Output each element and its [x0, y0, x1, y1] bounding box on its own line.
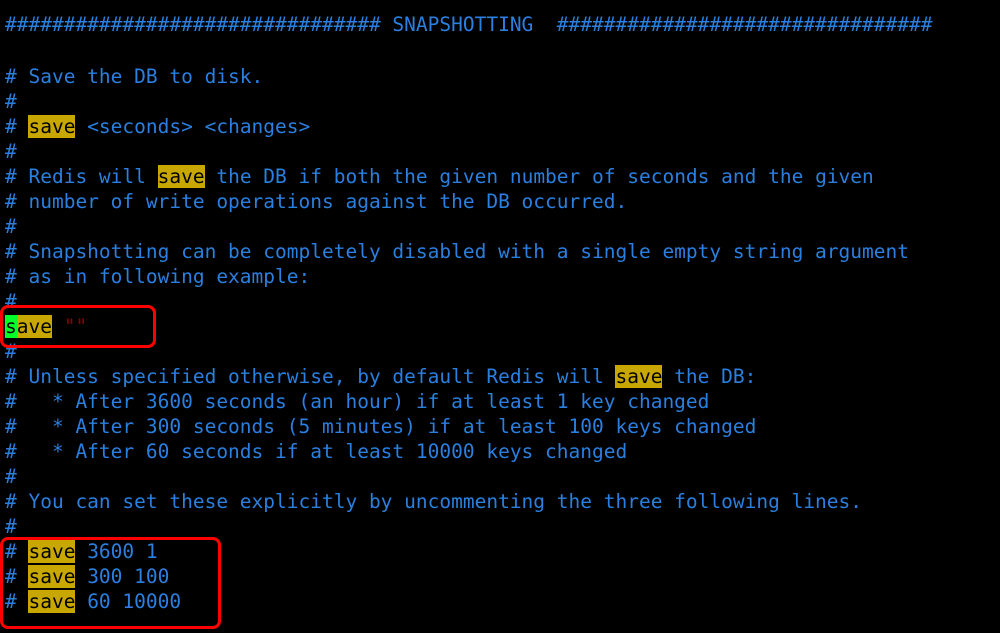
comment-text: #: [5, 215, 17, 238]
config-line-hash-2[interactable]: #: [5, 139, 17, 164]
comment-text: # Save the DB to disk.: [5, 65, 264, 88]
search-match-highlight: save: [28, 565, 76, 588]
search-match-highlight: save: [28, 115, 76, 138]
comment-text: <seconds> <changes>: [75, 115, 311, 138]
config-line-save-3600-1[interactable]: # save 3600 1: [5, 539, 158, 564]
config-line-snapshotting-disabled[interactable]: # Snapshotting can be completely disable…: [5, 239, 909, 264]
config-line-hash-5[interactable]: #: [5, 339, 17, 364]
comment-text: # Redis will: [5, 165, 158, 188]
config-line-save-300-100[interactable]: # save 300 100: [5, 564, 169, 589]
config-line-number-of-write-ops[interactable]: # number of write operations against the…: [5, 189, 627, 214]
terminal-screen[interactable]: ################################ SNAPSHO…: [0, 0, 1000, 633]
comment-text: #: [5, 340, 17, 363]
comment-text: 300 100: [75, 565, 170, 588]
comment-text: #: [5, 565, 29, 588]
string-literal: "": [63, 315, 88, 338]
config-line-hash-4[interactable]: #: [5, 289, 17, 314]
text-cursor: s: [5, 315, 17, 338]
comment-text: # * After 3600 seconds (an hour) if at l…: [5, 390, 710, 413]
config-line-save-empty[interactable]: save "": [5, 314, 87, 339]
search-match-highlight: save: [28, 540, 76, 563]
comment-text: # number of write operations against the…: [5, 190, 628, 213]
config-line-redis-will-save[interactable]: # Redis will save the DB if both the giv…: [5, 164, 874, 189]
config-line-hash-3[interactable]: #: [5, 214, 17, 239]
search-match-highlight: ave: [16, 315, 52, 338]
comment-text: # Snapshotting can be completely disable…: [5, 240, 909, 263]
comment-text: #: [5, 465, 17, 488]
config-line-save-db-to-disk[interactable]: # Save the DB to disk.: [5, 64, 263, 89]
config-line-set-explicitly[interactable]: # You can set these explicitly by uncomm…: [5, 489, 862, 514]
comment-text: # You can set these explicitly by uncomm…: [5, 490, 863, 513]
comment-text: # * After 300 seconds (5 minutes) if at …: [5, 415, 757, 438]
comment-text: #: [5, 540, 29, 563]
comment-text: the DB if both the given number of secon…: [204, 165, 874, 188]
config-line-save-60-10000[interactable]: # save 60 10000: [5, 589, 181, 614]
comment-text: the DB:: [662, 365, 757, 388]
comment-text: [52, 315, 64, 338]
search-match-highlight: save: [157, 165, 205, 188]
search-match-highlight: save: [615, 365, 663, 388]
comment-text: ################################ SNAPSHO…: [5, 13, 933, 36]
comment-text: 60 10000: [75, 590, 182, 613]
config-line-hash-7[interactable]: #: [5, 514, 17, 539]
config-line-header[interactable]: ################################ SNAPSHO…: [5, 12, 932, 37]
comment-text: 3600 1: [75, 540, 158, 563]
comment-text: #: [5, 590, 29, 613]
comment-text: #: [5, 115, 29, 138]
comment-text: # as in following example:: [5, 265, 311, 288]
comment-text: #: [5, 290, 17, 313]
config-line-unless-specified[interactable]: # Unless specified otherwise, by default…: [5, 364, 756, 389]
comment-text: #: [5, 515, 17, 538]
config-line-as-in-following-example[interactable]: # as in following example:: [5, 264, 310, 289]
config-line-after-60[interactable]: # * After 60 seconds if at least 10000 k…: [5, 439, 627, 464]
config-line-hash-1[interactable]: #: [5, 89, 17, 114]
config-line-save-syntax[interactable]: # save <seconds> <changes>: [5, 114, 310, 139]
comment-text: # * After 60 seconds if at least 10000 k…: [5, 440, 628, 463]
config-line-after-3600[interactable]: # * After 3600 seconds (an hour) if at l…: [5, 389, 709, 414]
comment-text: #: [5, 90, 17, 113]
comment-text: #: [5, 140, 17, 163]
comment-text: # Unless specified otherwise, by default…: [5, 365, 616, 388]
config-line-hash-6[interactable]: #: [5, 464, 17, 489]
config-line-after-300[interactable]: # * After 300 seconds (5 minutes) if at …: [5, 414, 756, 439]
search-match-highlight: save: [28, 590, 76, 613]
